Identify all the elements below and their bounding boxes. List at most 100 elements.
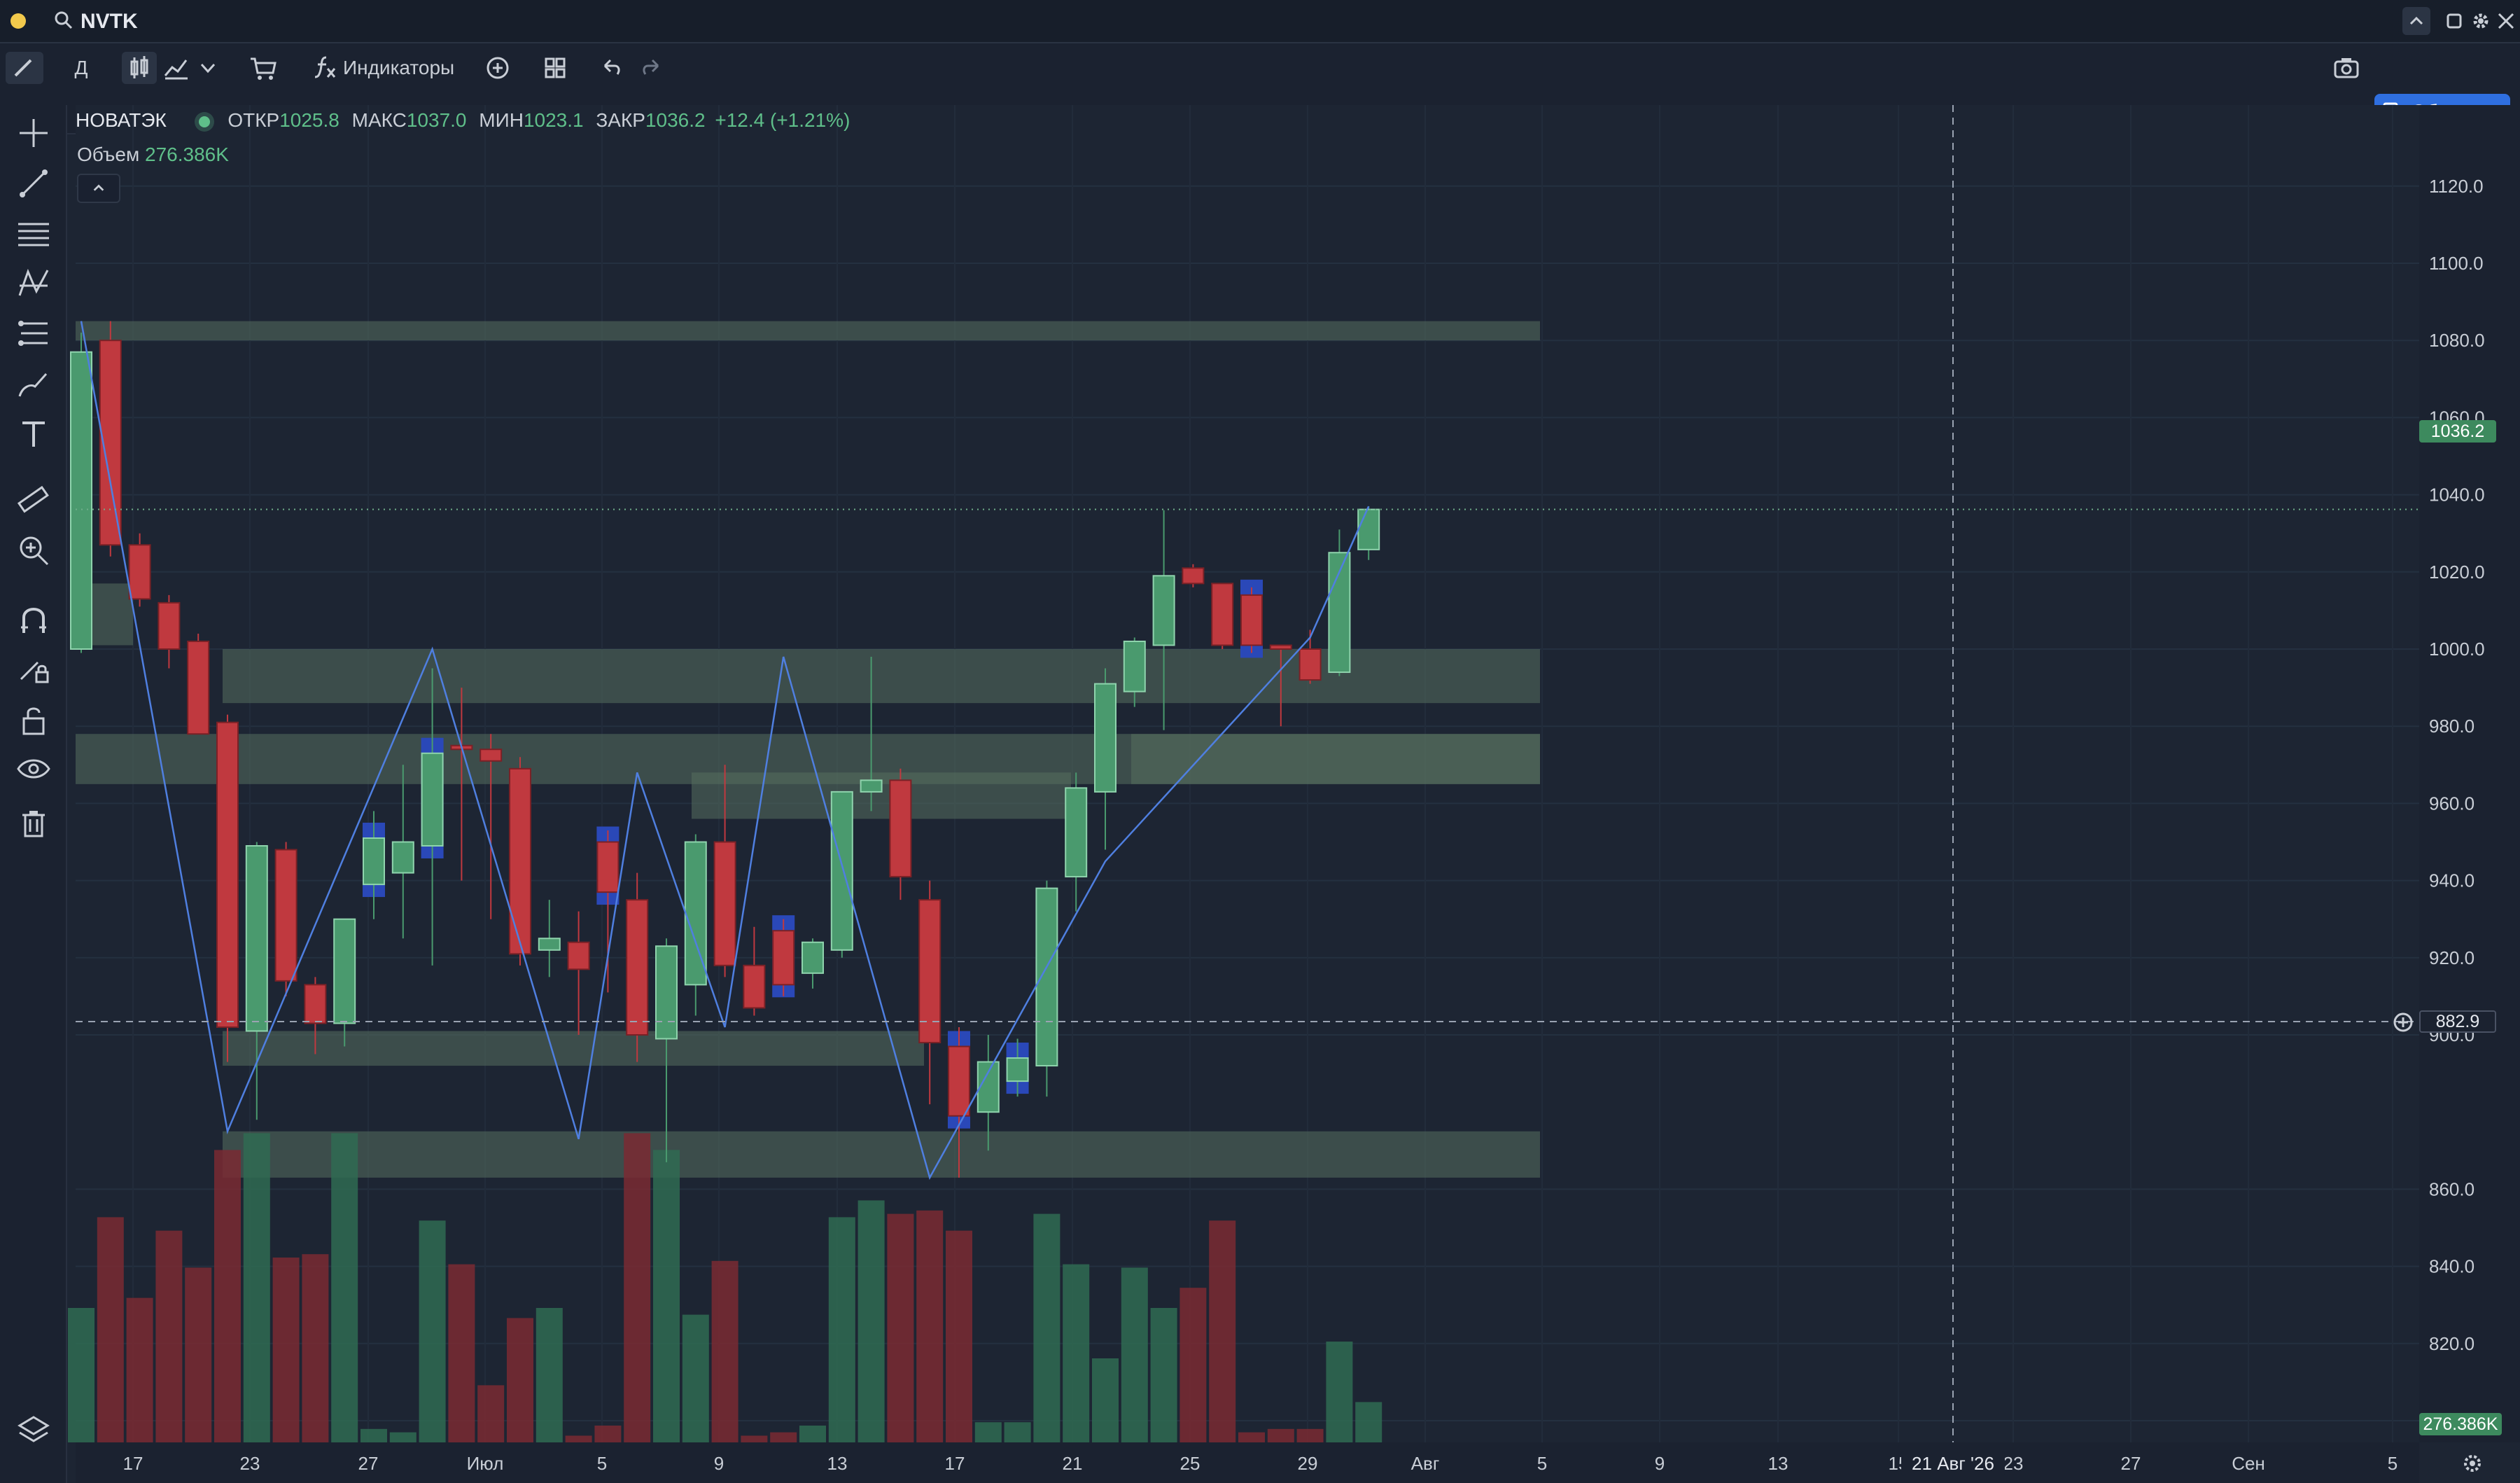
settings-gear-icon[interactable] [2460, 1451, 2485, 1476]
low-value: 1023.1 [523, 109, 584, 131]
time-tick-label: 9 [1655, 1453, 1665, 1474]
volume-bar [126, 1297, 153, 1442]
candle-body [1094, 683, 1116, 793]
candle-body [421, 752, 444, 847]
time-tick-label: Сен [2232, 1453, 2265, 1474]
volume-bar [360, 1428, 387, 1442]
candle-body [363, 837, 385, 886]
price-tick-label: 1120.0 [2429, 176, 2484, 197]
candle-body [1006, 1057, 1029, 1082]
candle-body [158, 601, 181, 650]
volume-bar [1121, 1267, 1148, 1442]
candle-body [1298, 648, 1322, 681]
candle-body [245, 845, 268, 1032]
collapse-legend-icon[interactable] [77, 174, 120, 203]
volume-bar [1209, 1220, 1236, 1442]
volume-bar [389, 1432, 416, 1442]
crosshair-date-badge: 21 Авг '26 [1901, 1451, 2005, 1476]
volume-bar [419, 1220, 446, 1442]
time-tick-label: Авг [1411, 1453, 1440, 1474]
price-tick-label: 1020.0 [2429, 562, 2485, 583]
candle-body [1240, 594, 1263, 646]
volume-bar [711, 1260, 738, 1442]
sr-zone [223, 1031, 924, 1066]
volume-bar [1180, 1288, 1207, 1442]
price-tick-label: 1000.0 [2429, 639, 2485, 660]
sr-zone [76, 321, 1540, 341]
candle-body [1357, 508, 1380, 550]
price-tick-label: 820.0 [2429, 1333, 2474, 1354]
volume-bar [1150, 1308, 1177, 1442]
candle-body [1065, 787, 1088, 878]
candle-body [187, 640, 210, 735]
candle-body [391, 841, 414, 874]
candle-body [596, 841, 620, 893]
volume-bar [594, 1426, 622, 1442]
add-alert-icon[interactable] [2391, 1010, 2415, 1034]
price-tick-label: 940.0 [2429, 870, 2474, 891]
close-label: ЗАКР [596, 109, 645, 131]
change-value: +12.4 (+1.21%) [715, 109, 850, 131]
candle-body [216, 721, 239, 1028]
price-tick-label: 1080.0 [2429, 330, 2485, 351]
candle-body [1123, 640, 1146, 692]
volume-legend: Объем 276.386K [77, 144, 229, 166]
candle-body [743, 964, 766, 1009]
candle-body [1211, 583, 1234, 646]
candle-body [860, 779, 883, 793]
close-value: 1036.2 [645, 109, 706, 131]
volume-bar [653, 1150, 680, 1442]
candle-body [479, 749, 503, 762]
volume-bar [302, 1254, 329, 1442]
price-tick-label: 1100.0 [2429, 253, 2484, 274]
candle-body [128, 544, 151, 600]
candle-body [538, 938, 561, 951]
time-tick-label: 25 [1180, 1453, 1200, 1474]
volume-bar [1033, 1213, 1060, 1442]
sr-zone [1131, 734, 1540, 784]
volume-bar [185, 1267, 212, 1442]
candle-body [948, 1045, 970, 1117]
legend-row: НОВАТЭК ОТКР1025.8 МАКС1037.0 МИН1023.1 … [76, 109, 850, 132]
candle-body [1269, 644, 1292, 650]
time-tick-label: 27 [2121, 1453, 2141, 1474]
low-label: МИН [479, 109, 524, 131]
volume-bar [1267, 1428, 1294, 1442]
volume-bar [741, 1435, 768, 1442]
crosshair-price-badge: 882.9 [2419, 1010, 2496, 1033]
candle-body [509, 767, 531, 955]
candle-body [70, 351, 92, 650]
price-axis-panel [2419, 105, 2520, 1442]
volume-bar [477, 1385, 505, 1442]
candle-body [333, 918, 356, 1024]
last-price-badge: 1036.2 [2419, 420, 2496, 443]
candle-body [713, 841, 736, 966]
volume-bar [916, 1210, 944, 1442]
volume-bar [946, 1230, 972, 1442]
candle-body [1182, 567, 1205, 585]
volume-bar [68, 1308, 94, 1442]
volume-bar [331, 1133, 358, 1442]
price-tick-label: 860.0 [2429, 1178, 2474, 1199]
price-tick-label: 840.0 [2429, 1256, 2474, 1277]
volume-bar [799, 1426, 826, 1442]
time-tick-label: 17 [945, 1453, 965, 1474]
time-tick-label: 13 [1768, 1453, 1788, 1474]
trading-app: NVTK Д Индикаторы 1120.0 1100.0 1080.0 1… [0, 0, 2520, 1483]
volume-bar [1063, 1264, 1090, 1442]
volume-bar [974, 1422, 1002, 1442]
price-chart[interactable]: 1120.01100.01080.01060.01040.01020.01000… [0, 0, 2520, 1483]
volume-bar [155, 1230, 183, 1442]
volume-bar [1326, 1342, 1353, 1442]
volume-bar [536, 1308, 563, 1442]
candle-body [626, 899, 649, 1036]
high-label: МАКС [351, 109, 407, 131]
volume-bar [1238, 1432, 1265, 1442]
time-tick-label: 21 [1063, 1453, 1083, 1474]
volume-bar [828, 1217, 855, 1442]
sr-zone [223, 1131, 1540, 1178]
volume-bar [624, 1133, 651, 1442]
volume-bar [682, 1314, 709, 1442]
volume-bar [272, 1258, 300, 1442]
price-tick-label: 920.0 [2429, 947, 2474, 968]
